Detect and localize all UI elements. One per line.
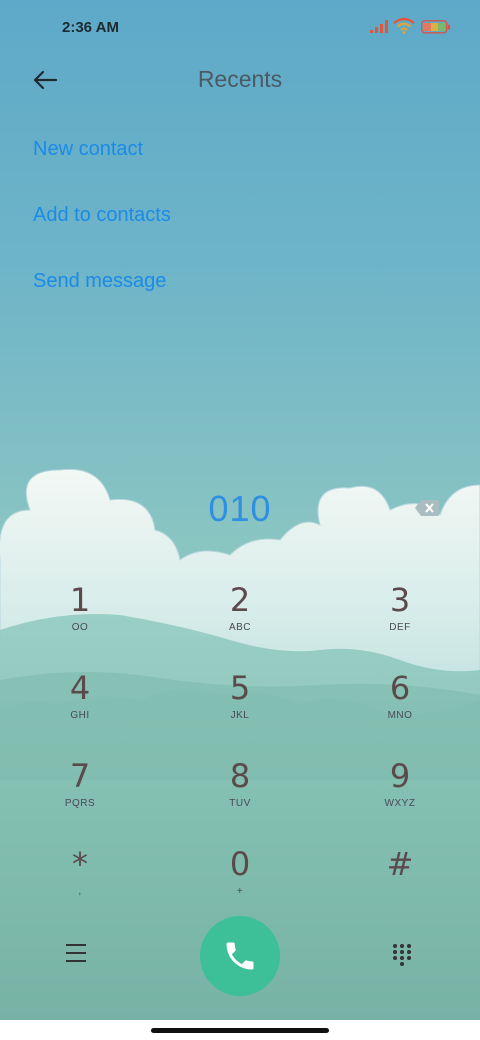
key-letters: PQRS (64, 798, 96, 809)
wifi-icon (393, 17, 415, 34)
delete-button[interactable] (414, 499, 440, 517)
call-button[interactable] (200, 916, 280, 996)
phone-icon (226, 942, 254, 970)
key-letters: TUV (229, 798, 251, 809)
battery-icon (421, 20, 451, 34)
key-star[interactable]: * , (20, 844, 140, 924)
key-digit: 1 (69, 581, 91, 619)
key-2[interactable]: 2 ABC (180, 580, 300, 660)
navigation-bar (0, 1020, 480, 1040)
key-digit: 2 (229, 581, 251, 619)
new-contact-link[interactable]: New contact (33, 138, 143, 161)
hamburger-icon (66, 944, 86, 962)
dialpad-icon (393, 944, 411, 966)
key-digit: # (386, 845, 414, 883)
key-digit: 6 (389, 669, 411, 707)
home-indicator[interactable] (151, 1028, 329, 1033)
dialer-screen: 2:36 AM Recents New contact Add to conta… (0, 0, 480, 1040)
key-letters: , (78, 886, 82, 897)
key-digit: 8 (229, 757, 251, 795)
add-to-contacts-link[interactable]: Add to contacts (33, 204, 171, 227)
key-letters: + (236, 886, 244, 897)
signal-icon (370, 20, 388, 33)
key-letters: JKL (230, 710, 250, 721)
key-digit: 9 (389, 757, 411, 795)
key-letters: ABC (228, 622, 252, 633)
send-message-link[interactable]: Send message (33, 270, 166, 293)
key-3[interactable]: 3 DEF (340, 580, 460, 660)
keypad-toggle-button[interactable] (391, 943, 413, 967)
key-letters: WXYZ (384, 798, 416, 809)
key-8[interactable]: 8 TUV (180, 756, 300, 836)
key-digit: 3 (389, 581, 411, 619)
status-time: 2:36 AM (62, 19, 119, 36)
key-4[interactable]: 4 GHI (20, 668, 140, 748)
key-hash[interactable]: # (340, 844, 460, 924)
key-digit: 7 (69, 757, 91, 795)
key-letters: OO (71, 622, 89, 633)
menu-button[interactable] (64, 942, 88, 964)
backspace-icon (415, 500, 439, 516)
key-digit: 5 (229, 669, 251, 707)
key-letters: GHI (70, 710, 90, 721)
key-letters: MNO (387, 710, 413, 721)
key-5[interactable]: 5 JKL (180, 668, 300, 748)
key-6[interactable]: 6 MNO (340, 668, 460, 748)
dialed-number: 010 (208, 488, 272, 529)
key-7[interactable]: 7 PQRS (20, 756, 140, 836)
status-bar: 2:36 AM (0, 0, 480, 56)
key-digit: 4 (69, 669, 91, 707)
key-digit: 0 (229, 845, 251, 883)
key-0[interactable]: 0 + (180, 844, 300, 924)
key-9[interactable]: 9 WXYZ (340, 756, 460, 836)
key-1[interactable]: 1 OO (20, 580, 140, 660)
key-letters: DEF (389, 622, 411, 633)
key-digit: * (72, 845, 88, 883)
page-title: Recents (197, 66, 283, 92)
